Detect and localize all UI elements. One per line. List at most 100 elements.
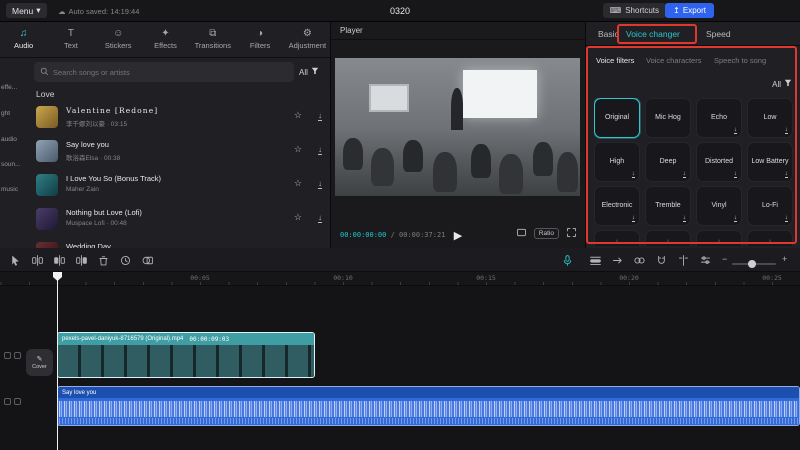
song-title: Nothing but Love (Lofi) (66, 208, 142, 217)
download-icon[interactable]: ↓ (318, 111, 322, 121)
voice-filter-all-button[interactable]: All (772, 79, 792, 89)
tab-audio[interactable]: ♫ Audio (0, 22, 47, 57)
auto-ripple-icon[interactable] (610, 253, 624, 267)
track-mute-icon[interactable] (4, 398, 11, 405)
star-icon[interactable]: ☆ (294, 212, 302, 223)
preview-quality-icon[interactable] (516, 227, 527, 240)
song-row[interactable]: Say love you 歌浴森Elsa 00:38 ☆ ↓ (36, 136, 328, 168)
audio-category-item[interactable]: soun... (1, 161, 28, 168)
track-hide-icon[interactable] (4, 352, 11, 359)
song-row[interactable]: Valentine [Redone] 李千娜刘以豪 03:15 ☆ ↓ (36, 102, 328, 134)
audio-clip[interactable]: Say love you (57, 386, 800, 426)
tab-transitions[interactable]: ⧉ Transitions (189, 22, 236, 57)
timecode: 00:00:00:00 / 00:00:37:21 (340, 231, 445, 239)
freeze-frame-icon[interactable] (118, 253, 132, 267)
delete-left-icon[interactable] (52, 253, 66, 267)
link-icon[interactable] (632, 253, 646, 267)
voice-filter-button[interactable]: Vinyl ↓ (696, 186, 742, 226)
song-row[interactable]: Nothing but Love (Lofi) Muspace Lofi 00:… (36, 204, 328, 236)
subtab-voice-filters[interactable]: Voice filters (596, 56, 634, 65)
download-icon[interactable]: ↓ (318, 179, 322, 189)
voice-filter-button[interactable]: High ↓ (594, 142, 640, 182)
shortcuts-button[interactable]: ⌨ Shortcuts (603, 3, 666, 18)
capcut-window: Menu ▾ ☁ Auto saved: 14:19:44 0320 ⌨ Sho… (0, 0, 800, 450)
export-icon: ↥ (673, 6, 680, 15)
cursor-icon[interactable] (8, 253, 22, 267)
tab-basic[interactable]: Basic (598, 29, 619, 39)
audio-category-item[interactable]: effe... (1, 84, 28, 91)
track-lock-icon[interactable] (14, 398, 21, 405)
zoom-in-button[interactable]: + (782, 254, 787, 264)
voice-filter-button[interactable]: Deep ↓ (645, 142, 691, 182)
preview-axis-icon[interactable] (676, 253, 690, 267)
inspector-tabs: Basic Voice changer Speed (586, 22, 800, 46)
tab-speed[interactable]: Speed (706, 29, 731, 39)
download-icon[interactable]: ↓ (318, 145, 322, 155)
tab-filters[interactable]: ◑ Filters (236, 22, 283, 57)
delete-icon[interactable] (96, 253, 110, 267)
tab-text[interactable]: T Text (47, 22, 94, 57)
mask-icon[interactable] (140, 253, 154, 267)
tab-effects[interactable]: ✦ Effects (142, 22, 189, 57)
voice-filter-button[interactable]: Echo ↓ (696, 98, 742, 138)
search-bar[interactable] (34, 62, 294, 82)
main-track-magnetic-icon[interactable] (588, 253, 602, 267)
voice-filter-button[interactable]: Electronic ↓ (594, 186, 640, 226)
voice-filter-button[interactable]: Tremble ↓ (645, 186, 691, 226)
subtab-speech-to-song[interactable]: Speech to song (714, 56, 766, 65)
subtab-voice-characters[interactable]: Voice characters (646, 56, 701, 65)
playhead[interactable] (57, 272, 58, 450)
audio-category-item[interactable]: ght (1, 110, 28, 117)
download-icon: ↓ (785, 124, 788, 135)
magnet-icon[interactable] (654, 253, 668, 267)
song-title: I Love You So (Bonus Track) (66, 174, 161, 183)
download-icon: ↓ (785, 168, 788, 179)
songs-filter-button[interactable]: All (299, 67, 319, 77)
voice-filter-button[interactable]: Low Battery ↓ (747, 142, 793, 182)
tab-adjustment[interactable]: ⚙ Adjustment (284, 22, 331, 57)
cover-button[interactable]: ✎ Cover (26, 349, 53, 376)
download-icon: ↓ (768, 236, 771, 246)
timeline-ruler[interactable]: 00:05 00:10 00:15 00:20 00:25 (0, 272, 800, 286)
track-lock-icon[interactable] (14, 352, 21, 359)
tab-voice-changer[interactable]: Voice changer (626, 29, 680, 39)
audio-category-item[interactable]: audio (1, 136, 28, 143)
split-icon[interactable] (30, 253, 44, 267)
filters-icon: ◑ (257, 29, 263, 39)
delete-right-icon[interactable] (74, 253, 88, 267)
export-button[interactable]: ↥ Export (665, 3, 714, 18)
fullscreen-icon[interactable] (566, 227, 577, 240)
play-button[interactable]: ▶ (454, 231, 462, 242)
download-icon[interactable]: ↓ (318, 213, 322, 223)
song-row[interactable]: Wedding Day (36, 238, 328, 248)
voice-filter-button[interactable]: Original (594, 98, 640, 138)
star-icon[interactable]: ☆ (294, 110, 302, 121)
zoom-out-button[interactable]: − (722, 254, 727, 264)
song-artist: 李千娜刘以豪 (66, 121, 105, 128)
search-input[interactable] (53, 68, 288, 77)
zoom-slider-knob[interactable] (748, 260, 756, 268)
voice-filter-button[interactable]: ↓ (594, 230, 640, 246)
ruler-label: 00:10 (333, 274, 353, 282)
audio-category-item[interactable]: music (1, 186, 28, 193)
timeline-zoom-slider[interactable] (732, 263, 776, 265)
ruler-label: 00:25 (762, 274, 782, 282)
video-clip[interactable]: pexels-pavel-daniyuk-8716579 (Original).… (57, 332, 315, 378)
record-voiceover-icon[interactable] (560, 253, 574, 267)
ruler-label: 00:05 (190, 274, 210, 282)
video-clip-duration: 00:00:09:03 (189, 336, 229, 343)
voice-filter-button[interactable]: Mic Hog (645, 98, 691, 138)
ratio-button[interactable]: Ratio (534, 228, 559, 239)
star-icon[interactable]: ☆ (294, 144, 302, 155)
voice-filter-button[interactable]: ↓ (696, 230, 742, 246)
song-row[interactable]: I Love You So (Bonus Track) Maher Zain ☆… (36, 170, 328, 202)
track-height-icon[interactable] (698, 253, 712, 267)
player-title: Player (340, 26, 363, 35)
tab-stickers[interactable]: ☺ Stickers (95, 22, 142, 57)
voice-filter-button[interactable]: ↓ (747, 230, 793, 246)
voice-filter-button[interactable]: ↓ (645, 230, 691, 246)
star-icon[interactable]: ☆ (294, 178, 302, 189)
voice-filter-button[interactable]: Low ↓ (747, 98, 793, 138)
voice-filter-button[interactable]: Distorted ↓ (696, 142, 742, 182)
voice-filter-button[interactable]: Lo-Fi ↓ (747, 186, 793, 226)
